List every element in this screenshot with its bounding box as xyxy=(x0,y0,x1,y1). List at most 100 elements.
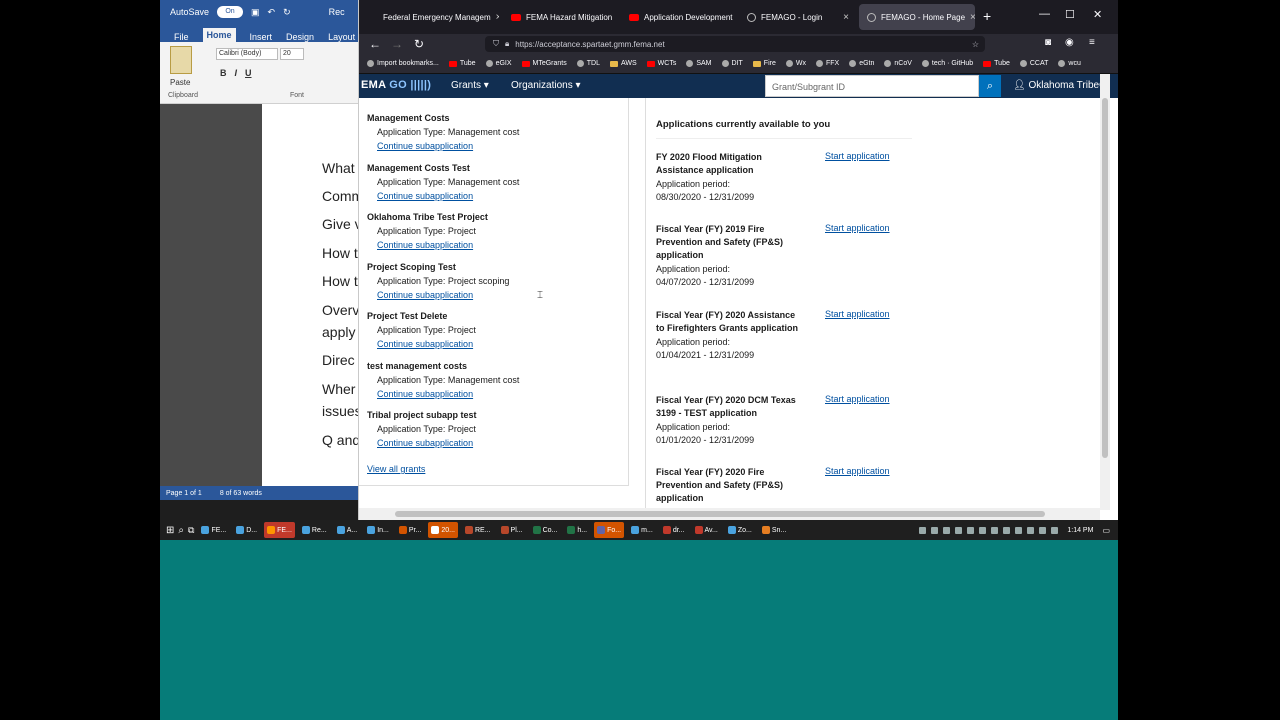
tab-home[interactable]: Home xyxy=(202,28,236,42)
grant-search-input[interactable]: Grant/Subgrant ID xyxy=(765,75,979,97)
taskbar-app[interactable]: Pr... xyxy=(396,522,424,538)
back-icon[interactable]: ← xyxy=(369,37,381,51)
close-icon[interactable]: × xyxy=(843,12,849,23)
bookmark-item[interactable]: CCAT xyxy=(1019,60,1048,67)
bookmark-item[interactable]: Wx xyxy=(785,60,806,67)
taskbar-app[interactable]: FE... xyxy=(264,522,295,538)
taskbar-app[interactable]: Co... xyxy=(530,522,561,538)
underline-button[interactable]: U xyxy=(245,68,252,78)
taskbar-app[interactable]: 20... xyxy=(428,522,458,538)
taskbar-app[interactable]: Pl... xyxy=(498,522,526,538)
taskbar-app[interactable]: m... xyxy=(628,522,656,538)
taskbar-app[interactable]: h... xyxy=(564,522,590,538)
account-icon[interactable]: ◉ xyxy=(1065,37,1074,48)
taskbar-app[interactable]: RE... xyxy=(462,522,494,538)
nav-grants[interactable]: Grants ▾ xyxy=(451,80,489,91)
bookmark-item[interactable]: SAM xyxy=(686,60,712,67)
lock-icon[interactable]: 🔒︎ xyxy=(505,39,509,49)
tray-icon[interactable] xyxy=(943,526,951,534)
windows-start-icon[interactable]: ⊞ xyxy=(166,525,174,536)
bookmark-item[interactable]: MTeGrants xyxy=(521,60,567,67)
tray-icon[interactable] xyxy=(991,526,999,534)
scroll-thumb[interactable] xyxy=(395,511,1045,517)
notification-icon[interactable]: ▭ xyxy=(1102,526,1110,535)
browser-tab[interactable]: FEMA Hazard Mitigation × xyxy=(503,4,617,30)
scroll-thumb[interactable] xyxy=(1102,98,1108,458)
browser-tab[interactable]: Application Development × xyxy=(621,4,735,30)
fema-go-logo[interactable]: EMA GO |||||) xyxy=(361,79,431,91)
taskbar-app[interactable]: In... xyxy=(364,522,392,538)
tray-icon[interactable] xyxy=(1039,526,1047,534)
taskbar-app[interactable]: D... xyxy=(233,522,260,538)
pocket-icon[interactable]: ◙ xyxy=(1045,37,1051,48)
taskbar-app[interactable]: Re... xyxy=(299,522,330,538)
redo-icon[interactable]: ↻ xyxy=(283,7,291,18)
start-application-link[interactable]: Start application xyxy=(825,309,890,319)
bookmark-star-icon[interactable]: ☆ xyxy=(972,40,979,49)
bookmark-item[interactable]: Import bookmarks... xyxy=(367,60,439,67)
close-icon[interactable]: × xyxy=(970,12,975,23)
forward-icon[interactable]: → xyxy=(391,37,403,51)
browser-tab-active[interactable]: FEMAGO - Home Page × xyxy=(859,4,975,30)
tab-insert[interactable]: Insert xyxy=(250,32,273,42)
taskbar-app[interactable]: A... xyxy=(334,522,361,538)
task-view-icon[interactable]: ⧉ xyxy=(188,525,194,536)
tray-icon[interactable] xyxy=(979,526,987,534)
start-application-link[interactable]: Start application xyxy=(825,223,890,233)
bookmark-item[interactable]: wcu xyxy=(1058,60,1081,67)
bookmark-item[interactable]: FFX xyxy=(815,60,839,67)
bookmark-item[interactable]: DIT xyxy=(721,60,743,67)
bold-button[interactable]: B xyxy=(220,68,227,78)
tab-design[interactable]: Design xyxy=(286,32,314,42)
reload-icon[interactable]: ↻ xyxy=(414,37,424,51)
bookmark-item[interactable]: eGtn xyxy=(849,60,874,67)
taskbar-app[interactable]: Zo... xyxy=(725,522,755,538)
bookmark-item[interactable]: Tube xyxy=(448,60,476,67)
tray-icon[interactable] xyxy=(931,526,939,534)
search-icon[interactable]: ⌕ xyxy=(979,75,1001,97)
tray-icon[interactable] xyxy=(1003,526,1011,534)
start-application-link[interactable]: Start application xyxy=(825,394,890,404)
taskbar-app[interactable]: Sn... xyxy=(759,522,789,538)
autosave-toggle[interactable]: On xyxy=(217,6,244,18)
paste-icon[interactable] xyxy=(170,46,192,74)
continue-subapplication-link[interactable]: Continue subapplication xyxy=(377,290,509,300)
continue-subapplication-link[interactable]: Continue subapplication xyxy=(377,389,519,399)
tray-icon[interactable] xyxy=(919,526,927,534)
nav-organizations[interactable]: Organizations ▾ xyxy=(511,80,581,91)
word-document-page[interactable]: What Comm Give v How t How t Overv apply… xyxy=(262,104,363,486)
browser-tab[interactable]: Federal Emergency Managem × xyxy=(375,4,499,30)
horizontal-scrollbar[interactable] xyxy=(359,508,1100,520)
tray-icon[interactable] xyxy=(1051,526,1059,534)
continue-subapplication-link[interactable]: Continue subapplication xyxy=(377,240,488,250)
bookmark-item[interactable]: Tube xyxy=(983,60,1010,67)
tab-file[interactable]: File xyxy=(174,32,189,42)
bookmark-item[interactable]: tech · GitHub xyxy=(921,60,973,67)
bookmark-item[interactable]: WCTs xyxy=(646,60,676,67)
new-tab-button[interactable]: + xyxy=(983,8,991,24)
user-menu[interactable]: 👤︎ Oklahoma TribeO xyxy=(1013,80,1107,91)
url-bar[interactable]: ⛉ 🔒︎ https://acceptance.spartaet.gmm.fem… xyxy=(485,36,985,52)
taskbar-app[interactable]: Av... xyxy=(692,522,721,538)
maximize-icon[interactable]: ☐ xyxy=(1065,8,1075,21)
save-icon[interactable]: ▣ xyxy=(251,7,260,18)
font-size-select[interactable]: 20 xyxy=(280,48,304,60)
start-application-link[interactable]: Start application xyxy=(825,151,890,161)
continue-subapplication-link[interactable]: Continue subapplication xyxy=(377,339,476,349)
minimize-icon[interactable]: — xyxy=(1039,8,1050,20)
bookmark-item[interactable]: TDL xyxy=(576,60,600,67)
shield-icon[interactable]: ⛉ xyxy=(493,39,499,49)
vertical-scrollbar[interactable] xyxy=(1100,74,1110,510)
tray-icon[interactable] xyxy=(1015,526,1023,534)
undo-icon[interactable]: ↶ xyxy=(268,7,276,18)
tray-icon[interactable] xyxy=(967,526,975,534)
taskbar-app[interactable]: Fo... xyxy=(594,522,625,538)
start-application-link[interactable]: Start application xyxy=(825,466,890,476)
search-icon[interactable]: ⌕ xyxy=(178,525,184,536)
italic-button[interactable]: I xyxy=(235,68,238,78)
tab-layout[interactable]: Layout xyxy=(328,32,355,42)
clock[interactable]: 1:14 PM xyxy=(1067,527,1093,534)
tray-icon[interactable] xyxy=(955,526,963,534)
tray-icon[interactable] xyxy=(1027,526,1035,534)
close-window-icon[interactable]: ✕ xyxy=(1093,8,1102,21)
